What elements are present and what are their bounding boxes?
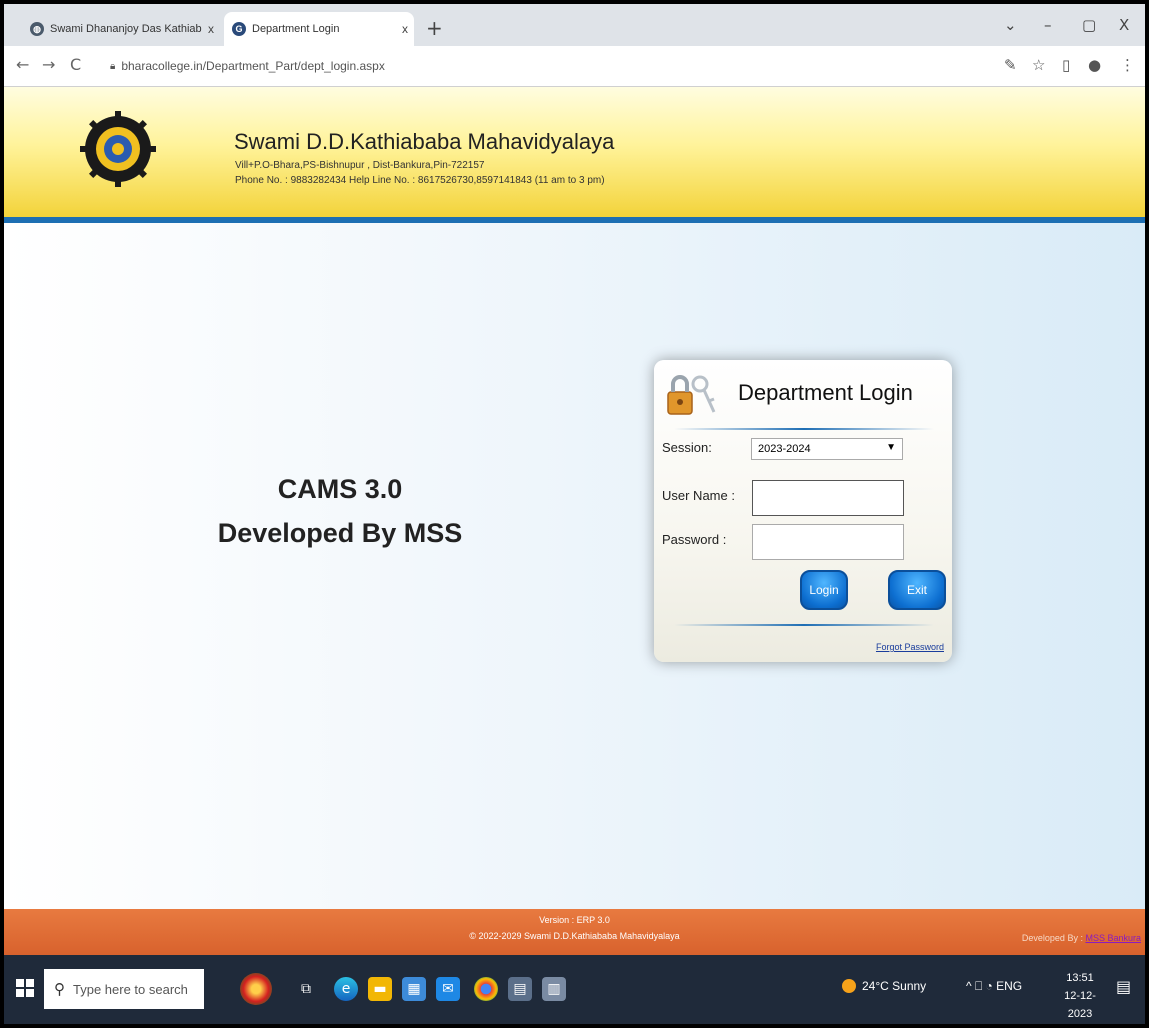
page-footer: Version : ERP 3.0 © 2022-2029 Swami D.D.… bbox=[4, 909, 1145, 955]
app-icon[interactable]: ▤ bbox=[508, 977, 532, 1001]
college-name: Swami D.D.Kathiababa Mahavidyalaya bbox=[234, 129, 615, 154]
weather-widget[interactable]: 24°C Sunny bbox=[842, 979, 926, 993]
browser-toolbar: ← → C 🔒︎ bharacollege.in/Department_Part… bbox=[4, 46, 1145, 87]
pen-icon[interactable]: ✎ bbox=[1004, 56, 1017, 74]
developed-by: Developed By : MSS Bankura bbox=[1022, 933, 1141, 943]
notification-icon[interactable]: ▤ bbox=[1116, 977, 1131, 996]
maximize-button[interactable]: ▢ bbox=[1082, 16, 1096, 34]
clock[interactable]: 13:51 12-12-2023 bbox=[1052, 969, 1108, 1023]
username-label: User Name : bbox=[662, 488, 735, 503]
login-title: Department Login bbox=[738, 380, 913, 405]
sidebar-icon[interactable]: ▯ bbox=[1062, 56, 1070, 74]
back-button[interactable]: ← bbox=[16, 55, 29, 74]
sun-icon bbox=[842, 979, 856, 993]
tab-title: Swami Dhananjoy Das Kathiaba bbox=[50, 23, 202, 35]
college-logo-icon bbox=[80, 111, 156, 187]
screen: ◍ Swami Dhananjoy Das Kathiaba x G Depar… bbox=[4, 4, 1145, 1024]
login-button[interactable]: Login bbox=[800, 570, 848, 610]
cams-title: CAMS 3.0 bbox=[277, 474, 403, 504]
tab-search-icon[interactable]: ⌄ bbox=[1004, 16, 1017, 34]
clock-date: 12-12-2023 bbox=[1064, 990, 1096, 1020]
exit-button[interactable]: Exit bbox=[888, 570, 946, 610]
browser-tab-active[interactable]: G Department Login x bbox=[224, 12, 414, 46]
card-divider bbox=[674, 624, 934, 626]
developer-link[interactable]: MSS Bankura bbox=[1085, 933, 1141, 943]
session-value: 2023-2024 bbox=[758, 443, 811, 455]
file-explorer-icon[interactable]: ▬ bbox=[368, 977, 392, 1001]
card-divider bbox=[674, 428, 934, 430]
task-view-icon[interactable]: ⧉ bbox=[294, 977, 318, 1001]
minimize-button[interactable]: – bbox=[1044, 16, 1052, 34]
cams-subtitle: Developed By MSS bbox=[217, 518, 463, 548]
browser-tab-strip: ◍ Swami Dhananjoy Das Kathiaba x G Depar… bbox=[4, 4, 1145, 46]
session-select[interactable]: 2023-2024 ▼ bbox=[751, 438, 903, 460]
chevron-down-icon: ▼ bbox=[886, 442, 896, 453]
tab-title: Department Login bbox=[252, 23, 340, 35]
login-card: Department Login Session: 2023-2024 ▼ Us… bbox=[654, 360, 952, 662]
page-header: Swami D.D.Kathiababa Mahavidyalaya Vill+… bbox=[4, 87, 1145, 217]
bookmark-star-icon[interactable]: ☆ bbox=[1032, 56, 1045, 74]
forgot-password-link[interactable]: Forgot Password bbox=[876, 642, 944, 652]
lock-icon[interactable]: 🔒︎ bbox=[110, 61, 115, 72]
windows-start-icon[interactable] bbox=[16, 979, 34, 997]
developed-by-label: Developed By : bbox=[1021, 933, 1083, 943]
edge-icon[interactable]: e bbox=[334, 977, 358, 1001]
page-content bbox=[4, 223, 1145, 909]
reload-button[interactable]: C bbox=[70, 55, 81, 74]
clock-time: 13:51 bbox=[1066, 972, 1094, 984]
url-text: bharacollege.in/Department_Part/dept_log… bbox=[121, 59, 385, 73]
close-tab-icon[interactable]: x bbox=[396, 22, 414, 36]
close-tab-icon[interactable]: x bbox=[202, 22, 220, 36]
close-window-button[interactable]: X bbox=[1119, 16, 1129, 34]
system-tray[interactable]: ^ ⎕ ◔ ENG bbox=[966, 979, 1022, 994]
lock-keys-icon bbox=[667, 375, 716, 415]
menu-icon[interactable]: ⋮ bbox=[1120, 56, 1135, 74]
weather-text: 24°C Sunny bbox=[862, 979, 927, 993]
site-favicon-icon: G bbox=[232, 22, 246, 36]
address-bar[interactable]: 🔒︎ bharacollege.in/Department_Part/dept_… bbox=[110, 54, 990, 78]
profile-icon[interactable]: ● bbox=[1088, 56, 1101, 74]
forward-button[interactable]: → bbox=[42, 55, 55, 74]
search-placeholder: Type here to search bbox=[73, 981, 188, 997]
version-text: Version : ERP 3.0 bbox=[539, 915, 610, 925]
copyright-text: © 2022-2029 Swami D.D.Kathiababa Mahavid… bbox=[469, 931, 680, 941]
chrome-icon[interactable] bbox=[474, 977, 498, 1001]
taskbar: ⚲ Type here to search ⧉ e ▬ ▦ ✉ ▤ ▥ 24°C… bbox=[4, 955, 1145, 1024]
browser-tab-inactive[interactable]: ◍ Swami Dhananjoy Das Kathiaba x bbox=[22, 12, 220, 46]
document-icon[interactable]: ▥ bbox=[542, 977, 566, 1001]
session-label: Session: bbox=[662, 440, 712, 455]
college-address: Vill+P.O-Bhara,PS-Bishnupur , Dist-Banku… bbox=[235, 160, 485, 171]
taskbar-search[interactable]: ⚲ Type here to search bbox=[44, 969, 204, 1009]
username-input[interactable] bbox=[752, 480, 904, 516]
college-phone: Phone No. : 9883282434 Help Line No. : 8… bbox=[235, 175, 605, 186]
store-icon[interactable]: ▦ bbox=[402, 977, 426, 1001]
mail-icon[interactable]: ✉ bbox=[436, 977, 460, 1001]
globe-icon: ◍ bbox=[30, 22, 44, 36]
password-label: Password : bbox=[662, 532, 727, 547]
new-tab-button[interactable]: + bbox=[426, 16, 443, 40]
search-icon: ⚲ bbox=[54, 981, 65, 998]
flower-widget-icon[interactable] bbox=[240, 973, 272, 1005]
password-input[interactable] bbox=[752, 524, 904, 560]
